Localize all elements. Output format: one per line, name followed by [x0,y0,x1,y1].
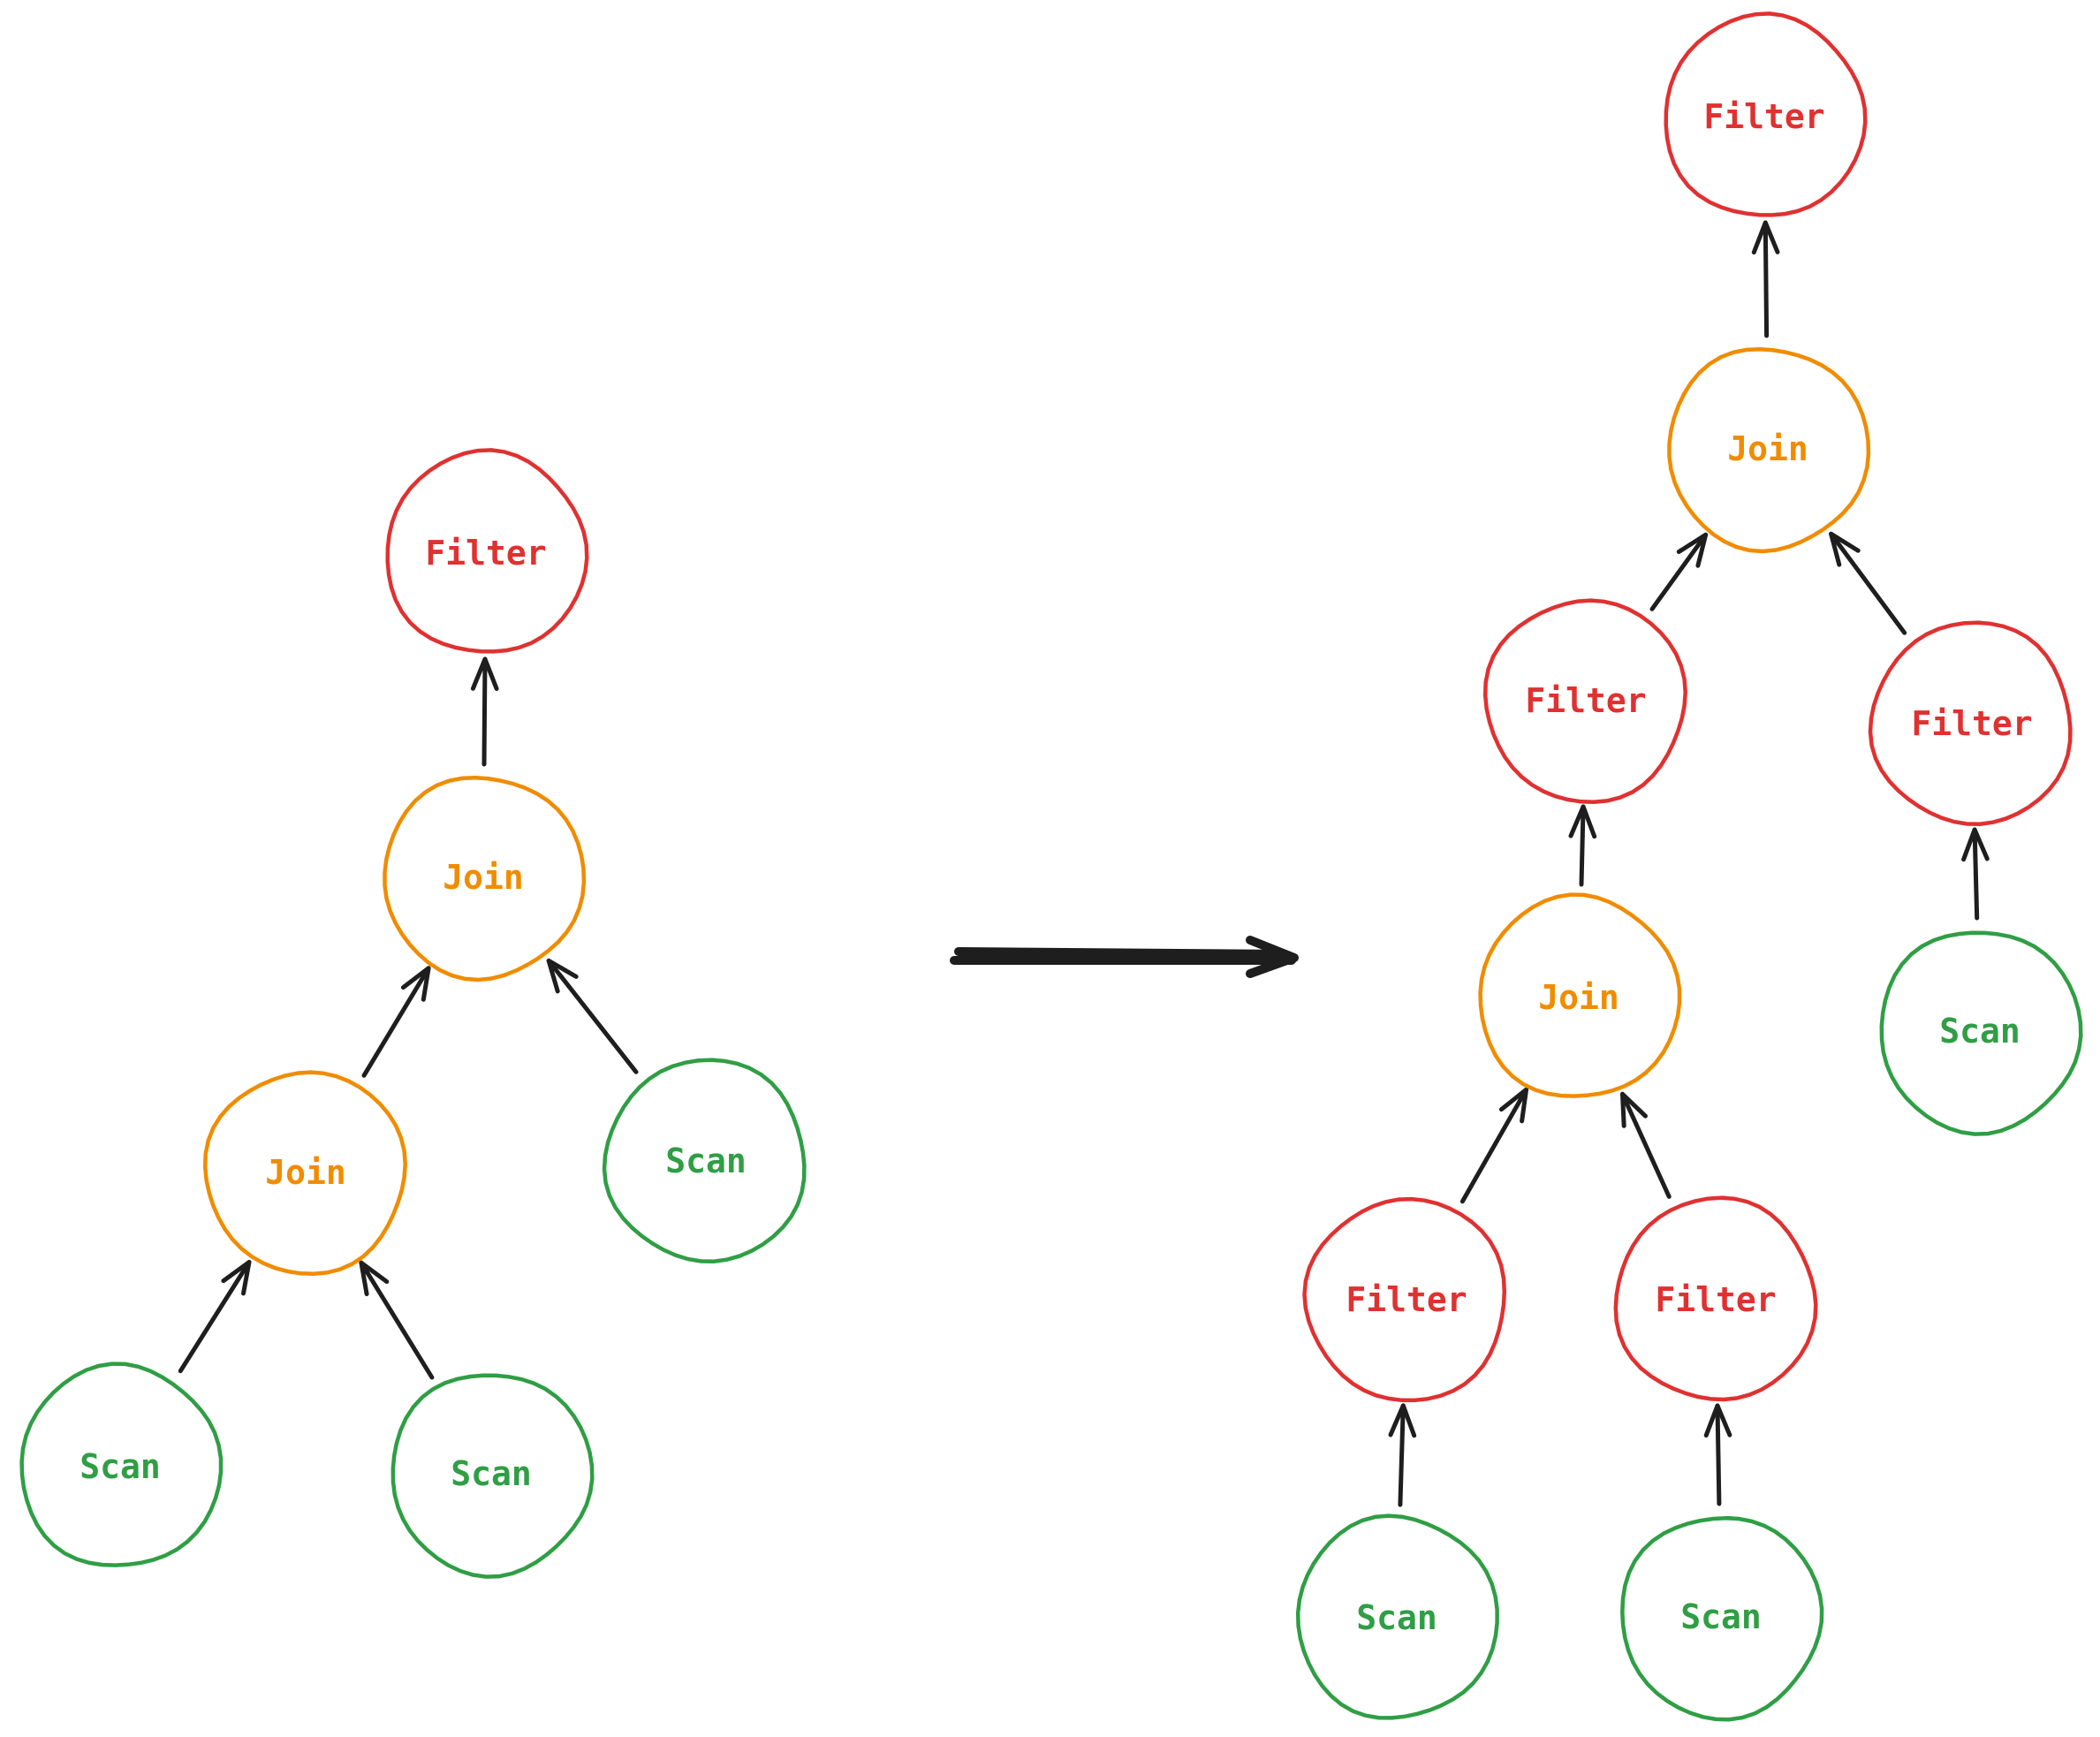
right-node-join: Join [1667,347,1871,554]
right-edge-R_filter_bl-to-R_join_mid [1459,1087,1529,1204]
right-edge-R_scan_bl-to-R_filter_bl [1398,1403,1406,1507]
right-edge-R_filter_br-to-R_join_mid [1620,1091,1672,1199]
right-edge-R_join_top-to-R_filter_top [1763,220,1770,338]
right-node-filter: Filter [1868,620,2073,826]
left-query-plan-tree: Filter Join Join Scan Scan Scan [19,448,807,1579]
join-node-label: Join [1538,978,1619,1017]
right-node-filter: Filter [1482,598,1687,805]
scan-node-label: Scan [665,1142,747,1180]
right-node-filter: Filter [1664,11,1868,217]
right-node-join: Join [1478,892,1682,1098]
left-edge-L_scan_br-to-L_join_bottom [359,1260,435,1380]
left-edge-L_scan_bl-to-L_join_bottom [178,1260,252,1374]
join-node-label: Join [443,858,524,897]
left-edge-L_join_bottom-to-L_join_top [361,966,431,1078]
scan-node-label: Scan [80,1447,161,1486]
left-node-scan: Scan [390,1373,595,1579]
right-node-filter: Filter [1613,1195,1818,1402]
filter-node-label: Filter [1525,681,1646,720]
left-node-scan: Scan [19,1362,224,1567]
right-query-plan-tree: Filter Join Filter Filter Join Scan Filter Filt… [1295,11,2083,1722]
scan-node-label: Scan [1939,1012,2020,1051]
transform-arrow [950,936,1299,978]
join-node-label: Join [265,1153,346,1192]
right-edge-R_filter_right-to-R_join_top [1829,531,1907,635]
filter-node-label: Filter [425,534,546,573]
filter-node-label: Filter [1911,704,2032,743]
left-arrowhead-icon [359,1260,390,1297]
left-node-join: Join [202,1070,407,1277]
right-node-scan: Scan [1879,930,2083,1136]
left-node-filter: Filter [385,448,589,654]
filter-node-label: Filter [1703,97,1824,136]
right-node-scan: Scan [1295,1513,1499,1720]
right-node-filter: Filter [1302,1196,1507,1403]
filter-node-label: Filter [1346,1280,1467,1319]
scan-node-label: Scan [1680,1597,1762,1636]
left-node-join: Join [383,776,587,982]
diagram-canvas: FilterJoinJoin ScanScan Scan FilterJoinFil… [19,11,2083,1722]
right-node-scan: Scan [1620,1515,1824,1722]
join-node-label: Join [1727,429,1808,468]
right-edge-R_filter_left-to-R_join_top [1649,532,1709,611]
right-arrowhead-icon [1498,1087,1529,1124]
right-edge-R_join_mid-to-R_filter_left [1579,804,1586,887]
scan-node-label: Scan [451,1454,532,1493]
scan-node-label: Scan [1356,1598,1437,1637]
right-edge-R_scan_right-to-R_filter_right [1972,827,1980,921]
left-arrowhead-icon [221,1260,252,1296]
left-edge-L_join_top-to-L_filter [481,656,488,767]
transform-arrow-shaft-upper [954,947,1290,959]
right-edge-R_scan_br-to-R_filter_br [1715,1403,1722,1506]
filter-node-label: Filter [1655,1280,1776,1319]
left-arrowhead-icon [400,966,431,1002]
left-node-scan: Scan [602,1058,807,1263]
left-edge-L_scan_right-to-L_join_top [546,958,639,1074]
